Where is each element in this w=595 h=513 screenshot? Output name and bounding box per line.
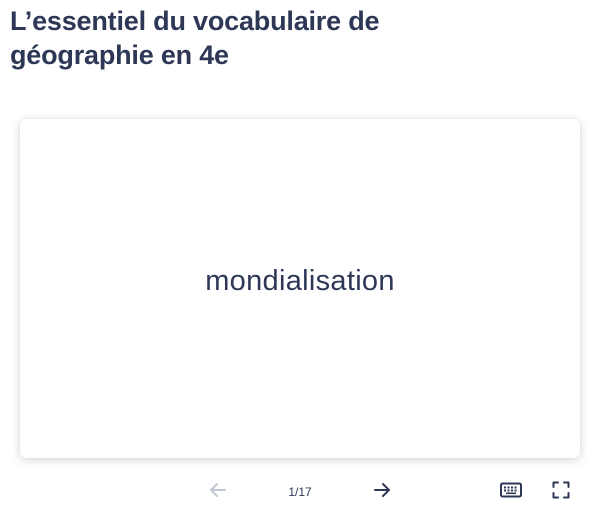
flashcard-controls: 1/17 bbox=[0, 474, 595, 506]
fullscreen-button[interactable] bbox=[546, 474, 576, 506]
next-card-button[interactable] bbox=[366, 474, 398, 506]
card-counter: 1/17 bbox=[288, 484, 312, 499]
flashcard[interactable]: mondialisation bbox=[20, 119, 580, 458]
arrow-left-icon bbox=[208, 480, 228, 500]
flashcard-term: mondialisation bbox=[205, 265, 395, 297]
arrow-right-icon bbox=[372, 480, 392, 500]
page-title: L’essentiel du vocabulaire de géographie… bbox=[10, 6, 380, 70]
previous-card-button[interactable] bbox=[202, 474, 234, 506]
fullscreen-icon bbox=[552, 481, 570, 499]
keyboard-icon bbox=[500, 482, 522, 498]
keyboard-shortcuts-button[interactable] bbox=[496, 474, 526, 506]
